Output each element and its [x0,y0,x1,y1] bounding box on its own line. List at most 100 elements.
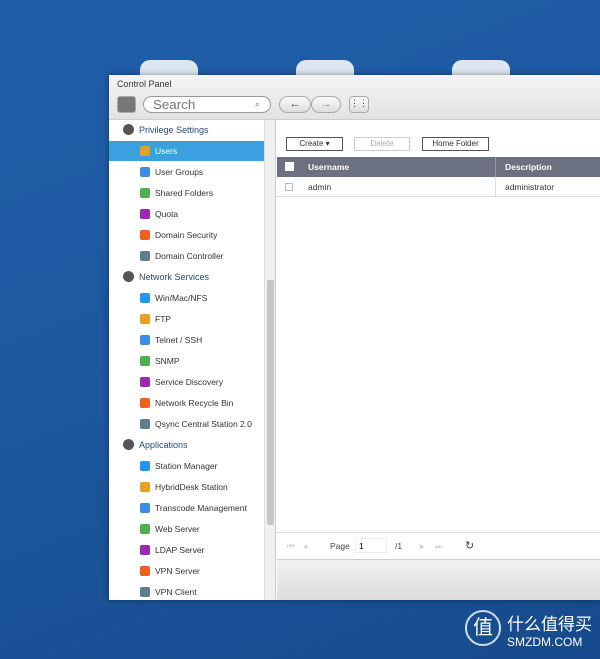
sidebar-item-qsync-central-station-2-0[interactable]: Qsync Central Station 2.0 [109,414,264,434]
sidebar-item-label: Shared Folders [155,188,214,198]
item-icon [140,524,150,534]
forward-button[interactable]: → [311,96,341,113]
sidebar-item-label: HybridDesk Station [155,482,228,492]
group-icon [123,124,134,135]
search-icon: ⌕ [255,99,261,109]
sidebar-item-vpn-server[interactable]: VPN Server [109,561,264,581]
sidebar-item-label: User Groups [155,167,204,177]
sidebar-item-user-groups[interactable]: User Groups [109,162,264,182]
sidebar-item-telnet-ssh[interactable]: Telnet / SSH [109,330,264,350]
first-page-button[interactable]: ⏮ [287,541,295,552]
toggle-sidebar-button[interactable] [117,96,136,113]
refresh-icon[interactable]: ↻ [465,539,474,552]
create-button[interactable]: Create ▾ [286,137,343,151]
sidebar-item-label: VPN Server [155,566,200,576]
group-label: Applications [139,440,188,450]
sidebar-item-network-recycle-bin[interactable]: Network Recycle Bin [109,393,264,413]
item-icon [140,230,150,240]
column-username[interactable]: Username [308,162,349,172]
watermark-logo: 值 [465,610,501,646]
sidebar-item-vpn-client[interactable]: VPN Client [109,582,264,600]
item-icon [140,419,150,429]
item-icon [140,335,150,345]
sidebar-item-station-manager[interactable]: Station Manager [109,456,264,476]
column-description[interactable]: Description [505,162,552,172]
table-header: Username Description [277,157,600,177]
window-footer [277,560,600,600]
home-folder-button[interactable]: Home Folder [422,137,489,151]
select-all-checkbox[interactable] [285,162,294,171]
watermark-en: SMZDM.COM [507,635,583,649]
prev-page-button[interactable]: ◂ [303,541,307,552]
window-title: Control Panel [117,79,172,89]
sidebar-item-label: Network Recycle Bin [155,398,234,408]
page-input[interactable] [355,538,387,553]
item-icon [140,377,150,387]
delete-button[interactable]: Delete [354,137,410,151]
sidebar-item-label: Quota [155,209,179,219]
sidebar-item-snmp[interactable]: SNMP [109,351,264,371]
control-panel-window: Control Panel ⌕ ← → ⋮⋮ Privilege Setting… [109,75,600,600]
group-label: Network Services [139,272,210,282]
sidebar-item-label: SNMP [155,356,180,366]
pager: ⏮ ◂ Page /1 ▸ ⏭ ↻ [277,532,600,560]
item-icon [140,545,150,555]
item-icon [140,398,150,408]
sidebar-group-network-services[interactable]: Network Services [123,267,209,287]
apps-grid-button[interactable]: ⋮⋮ [349,96,369,113]
item-icon [140,209,150,219]
item-icon [140,251,150,261]
sidebar-item-label: Station Manager [155,461,218,471]
sidebar-item-quota[interactable]: Quota [109,204,264,224]
sidebar-item-transcode-management[interactable]: Transcode Management [109,498,264,518]
sidebar-item-label: Transcode Management [155,503,247,513]
sidebar-item-win-mac-nfs[interactable]: Win/Mac/NFS [109,288,264,308]
sidebar-item-ldap-server[interactable]: LDAP Server [109,540,264,560]
table-row[interactable]: admin administrator [277,177,600,197]
sidebar-item-ftp[interactable]: FTP [109,309,264,329]
sidebar-item-web-server[interactable]: Web Server [109,519,264,539]
sidebar: Privilege Settings Users User Groups Shared… [109,120,276,600]
sidebar-item-label: Telnet / SSH [155,335,203,345]
item-icon [140,356,150,366]
sidebar-item-label: Users [155,146,178,156]
sidebar-item-label: Domain Controller [155,251,224,261]
item-icon [140,167,150,177]
username-cell: admin [308,182,332,192]
group-label: Privilege Settings [139,125,209,135]
item-icon [140,461,150,471]
page-total: /1 [395,541,403,551]
page-label: Page [330,541,350,551]
sidebar-item-hybriddesk-station[interactable]: HybridDesk Station [109,477,264,497]
sidebar-item-label: FTP [155,314,172,324]
sidebar-item-label: LDAP Server [155,545,205,555]
next-page-button[interactable]: ▸ [420,541,424,552]
sidebar-item-label: VPN Client [155,587,197,597]
sidebar-group-privilege-settings[interactable]: Privilege Settings [123,120,209,140]
sidebar-item-domain-controller[interactable]: Domain Controller [109,246,264,266]
item-icon [140,587,150,597]
last-page-button[interactable]: ⏭ [435,541,443,552]
sidebar-item-label: Domain Security [155,230,218,240]
sidebar-scrollbar[interactable] [264,120,275,600]
item-icon [140,503,150,513]
back-button[interactable]: ← [279,96,311,113]
sidebar-item-shared-folders[interactable]: Shared Folders [109,183,264,203]
scrollbar-thumb[interactable] [267,280,274,525]
row-checkbox[interactable] [285,183,293,191]
titlebar: Control Panel ⌕ ← → ⋮⋮ [109,75,600,120]
main-panel: Create ▾ Delete Home Folder Username Des… [277,120,600,600]
sidebar-item-label: Qsync Central Station 2.0 [155,419,252,429]
sidebar-item-label: Service Discovery [155,377,224,387]
item-icon [140,566,150,576]
item-icon [140,293,150,303]
sidebar-group-applications[interactable]: Applications [123,435,188,455]
sidebar-item-domain-security[interactable]: Domain Security [109,225,264,245]
item-icon [140,314,150,324]
sidebar-item-service-discovery[interactable]: Service Discovery [109,372,264,392]
watermark-cn: 什么值得买 [507,615,592,634]
group-icon [123,439,134,450]
sidebar-item-users[interactable]: Users [109,141,264,161]
search-input[interactable] [143,96,271,113]
group-icon [123,271,134,282]
